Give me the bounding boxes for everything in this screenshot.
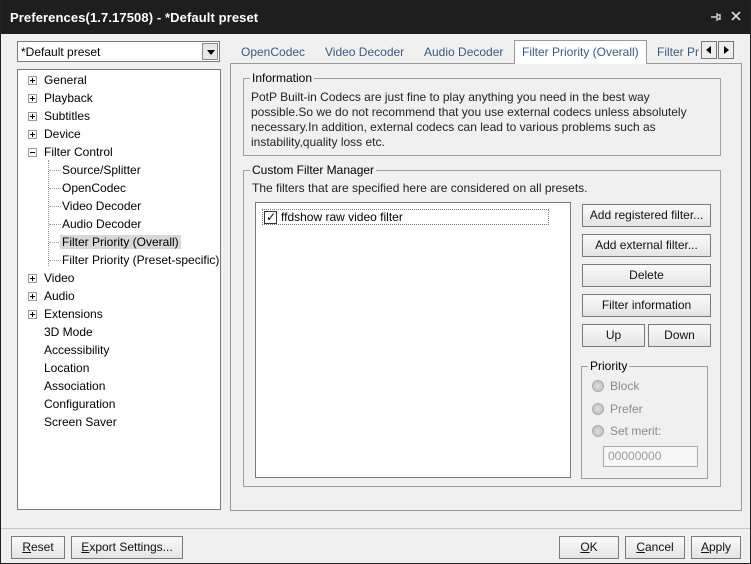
tree-item-audio[interactable]: Audio <box>28 288 77 304</box>
filter-information-button[interactable]: Filter information <box>582 294 711 317</box>
ok-button[interactable]: OK <box>559 536 619 559</box>
tree-item-video[interactable]: Video <box>28 270 76 286</box>
radio-icon <box>592 403 604 415</box>
tree-item-filter-priority-overall[interactable]: Filter Priority (Overall) <box>60 234 181 250</box>
tree-item-location[interactable]: Location <box>42 360 91 376</box>
collapse-icon[interactable] <box>28 148 37 157</box>
expand-icon[interactable] <box>28 310 37 319</box>
filter-checkbox[interactable]: ✓ <box>264 210 277 224</box>
expand-icon[interactable] <box>28 112 37 121</box>
information-line-1: PotP Built-in Codecs are just fine to pl… <box>251 90 650 104</box>
expand-icon[interactable] <box>28 94 37 103</box>
information-line-2: possible.So we do not recommend that you… <box>251 105 687 119</box>
chevron-right-icon[interactable] <box>718 41 734 59</box>
information-line-3: necessary.In addition, external codecs c… <box>251 120 656 134</box>
close-icon[interactable] <box>729 10 743 24</box>
tree-item-association[interactable]: Association <box>42 378 107 394</box>
tree-item-general[interactable]: General <box>28 72 89 88</box>
settings-tree: General Playback Subtitles Device Filter… <box>17 69 221 510</box>
expand-icon[interactable] <box>28 292 37 301</box>
pin-icon[interactable] <box>708 10 722 24</box>
merit-input[interactable]: 00000000 <box>603 446 698 467</box>
tree-item-source-splitter[interactable]: Source/Splitter <box>60 162 143 178</box>
tree-item-audio-decoder[interactable]: Audio Decoder <box>60 216 143 232</box>
cancel-button[interactable]: Cancel <box>625 536 685 559</box>
expand-icon[interactable] <box>28 130 37 139</box>
down-button[interactable]: Down <box>648 324 711 347</box>
tree-item-playback[interactable]: Playback <box>28 90 95 106</box>
tab-opencodec[interactable]: OpenCodec <box>241 43 305 63</box>
expand-icon[interactable] <box>28 76 37 85</box>
tree-item-device[interactable]: Device <box>28 126 83 142</box>
tree-item-video-decoder[interactable]: Video Decoder <box>60 198 143 214</box>
tree-item-subtitles[interactable]: Subtitles <box>28 108 92 124</box>
radio-icon <box>592 380 604 392</box>
tree-item-filter-control[interactable]: Filter Control <box>28 144 115 160</box>
information-line-4: instability,quality loss etc. <box>251 135 385 149</box>
tab-video-decoder[interactable]: Video Decoder <box>325 43 404 63</box>
tab-filter-priority-preset[interactable]: Filter Pr <box>657 43 699 63</box>
footer-divider <box>1 528 750 529</box>
export-settings-button[interactable]: Export Settings... <box>71 536 183 559</box>
delete-button[interactable]: Delete <box>582 264 711 287</box>
reset-button[interactable]: Reset <box>11 536 65 559</box>
tab-filter-priority-overall[interactable]: Filter Priority (Overall) <box>514 40 647 64</box>
window-title: Preferences(1.7.17508) - *Default preset <box>10 10 259 25</box>
filter-priority-page: Information PotP Built-in Codecs are jus… <box>230 63 742 511</box>
chevron-down-icon[interactable] <box>202 43 218 60</box>
preset-dropdown[interactable]: *Default preset <box>17 41 220 62</box>
custom-filter-manager-description: The filters that are specified here are … <box>252 181 588 195</box>
tree-item-configuration[interactable]: Configuration <box>42 396 117 412</box>
list-item[interactable]: ✓ ffdshow raw video filter <box>262 209 549 225</box>
add-external-filter-button[interactable]: Add external filter... <box>582 234 711 257</box>
apply-button[interactable]: Apply <box>691 536 741 559</box>
chevron-left-icon[interactable] <box>701 41 717 59</box>
tree-item-filter-priority-preset[interactable]: Filter Priority (Preset-specific) <box>60 252 220 268</box>
title-bar[interactable]: Preferences(1.7.17508) - *Default preset <box>1 1 750 34</box>
information-title: Information <box>250 71 315 85</box>
radio-icon <box>592 425 604 437</box>
tree-item-extensions[interactable]: Extensions <box>28 306 105 322</box>
custom-filter-manager-title: Custom Filter Manager <box>250 163 377 177</box>
tree-item-opencodec[interactable]: OpenCodec <box>60 180 128 196</box>
tree-item-3d-mode[interactable]: 3D Mode <box>42 324 95 340</box>
up-button[interactable]: Up <box>582 324 645 347</box>
tab-audio-decoder[interactable]: Audio Decoder <box>424 43 503 63</box>
preset-dropdown-value: *Default preset <box>21 45 101 59</box>
checkmark-icon: ✓ <box>266 210 277 224</box>
filter-list[interactable]: ✓ ffdshow raw video filter <box>255 202 571 478</box>
add-registered-filter-button[interactable]: Add registered filter... <box>582 204 711 227</box>
expand-icon[interactable] <box>28 274 37 283</box>
filter-name: ffdshow raw video filter <box>281 210 403 224</box>
tree-item-screen-saver[interactable]: Screen Saver <box>42 414 119 430</box>
priority-title: Priority <box>588 359 630 373</box>
preferences-window: Preferences(1.7.17508) - *Default preset… <box>0 0 751 564</box>
tree-item-accessibility[interactable]: Accessibility <box>42 342 111 358</box>
